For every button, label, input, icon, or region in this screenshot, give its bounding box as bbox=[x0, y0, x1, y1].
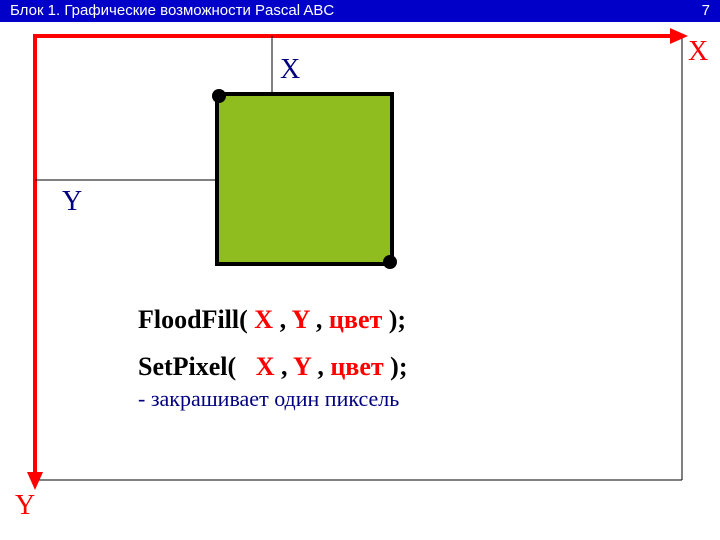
sp-x: X bbox=[256, 352, 275, 381]
title-bar: Блок 1. Графические возможности Pascal A… bbox=[0, 0, 720, 22]
sp-fn: SetPixel( bbox=[138, 352, 236, 381]
sp-col: цвет bbox=[330, 352, 383, 381]
axis-y-label: Y bbox=[15, 490, 35, 522]
ff-y: Y bbox=[292, 305, 310, 334]
ff-x: X bbox=[254, 305, 273, 334]
sp-end: ); bbox=[390, 352, 407, 381]
filled-rectangle bbox=[217, 94, 392, 264]
ff-fn: FloodFill( bbox=[138, 305, 248, 334]
axis-x-label: X bbox=[688, 36, 708, 68]
ff-c2: , bbox=[316, 305, 329, 334]
ff-col: цвет bbox=[329, 305, 382, 334]
title-text: Блок 1. Графические возможности Pascal A… bbox=[10, 0, 334, 22]
setpixel-desc: - закрашивает один пиксель bbox=[138, 384, 408, 414]
corner-dot-tl bbox=[212, 89, 226, 103]
ff-end: ); bbox=[389, 305, 406, 334]
ff-c1: , bbox=[280, 305, 292, 334]
diagram-stage: X Y X Y FloodFill( X , Y , цвет ); SetPi… bbox=[0, 22, 720, 540]
corner-dot-br bbox=[383, 255, 397, 269]
x-axis-arrow bbox=[670, 28, 688, 44]
floodfill-line: FloodFill( X , Y , цвет ); bbox=[138, 302, 408, 337]
sp-c2: , bbox=[317, 352, 330, 381]
y-axis-arrow bbox=[27, 472, 43, 490]
sp-c1: , bbox=[281, 352, 293, 381]
setpixel-line: SetPixel( X , Y , цвет ); bbox=[138, 349, 408, 384]
coord-x-label: X bbox=[280, 54, 300, 86]
diagram-svg bbox=[0, 22, 720, 540]
sp-sp1 bbox=[243, 352, 250, 381]
page-number: 7 bbox=[702, 0, 710, 22]
code-block: FloodFill( X , Y , цвет ); SetPixel( X ,… bbox=[138, 302, 408, 414]
sp-y: Y bbox=[293, 352, 311, 381]
coord-y-label: Y bbox=[62, 186, 82, 218]
